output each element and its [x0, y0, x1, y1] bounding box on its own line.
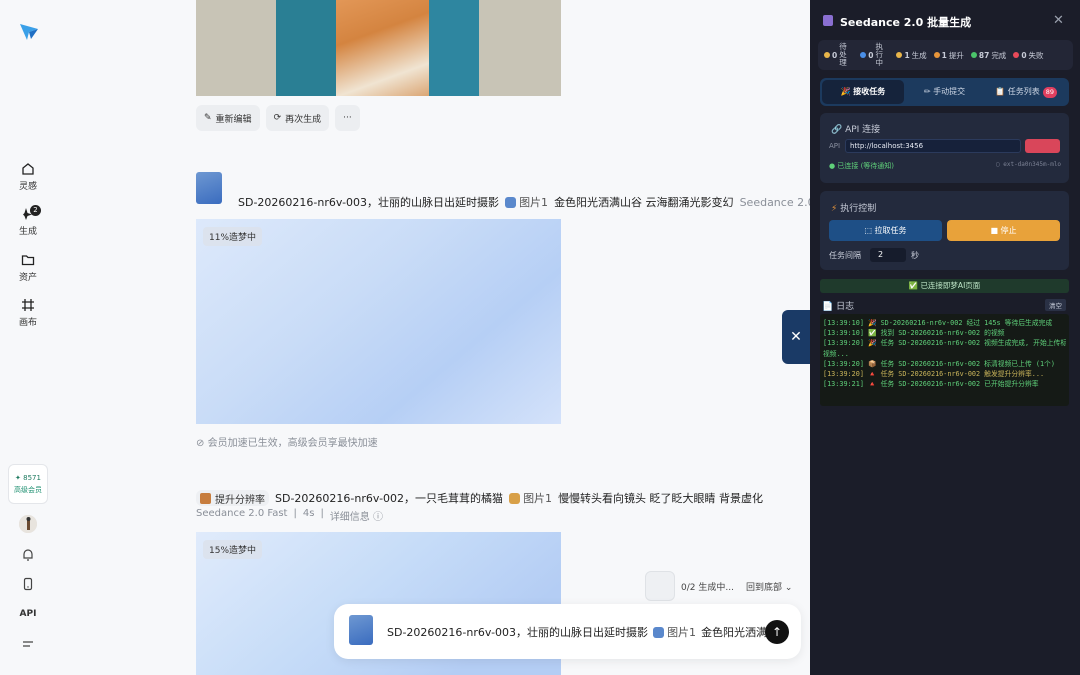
- stop-button[interactable]: ■ 停止: [947, 220, 1060, 241]
- stat-pending: 0 待处理: [824, 43, 853, 67]
- tab-receive-tasks[interactable]: 🎉 接收任务: [822, 80, 904, 104]
- generated-cat-image[interactable]: [196, 0, 561, 96]
- refresh-icon: ⟳: [273, 113, 282, 123]
- avatar[interactable]: [19, 515, 37, 533]
- panel-toggle-close-button[interactable]: ✕: [782, 310, 810, 364]
- edit-icon: ✎: [204, 113, 212, 123]
- task-description: 慢慢转头看向镜头 眨了眨大眼睛 背景虚化: [558, 492, 764, 505]
- log-line: [13:39:20] 📦 任务 SD-20260216-nr6v-002 标清视…: [823, 359, 1055, 368]
- nav-item-generate[interactable]: 2 生成: [0, 205, 56, 237]
- log-line: [13:39:10] 🎉 SD-20260216-nr6v-002 经过 145…: [823, 319, 1053, 327]
- loading-spinner-icon: [645, 571, 675, 601]
- nav-item-label: 画布: [18, 318, 37, 328]
- api-url-input[interactable]: http://localhost:3456: [845, 139, 1021, 153]
- stat-running: 0 执行中: [860, 43, 889, 67]
- generate-count-badge: 2: [30, 205, 41, 216]
- stat-failed: 0 失败: [1013, 50, 1044, 61]
- api-link[interactable]: API: [0, 609, 56, 619]
- send-button[interactable]: ↑: [765, 620, 789, 644]
- client-id: ▢ ext-da0n345m-mlo: [996, 161, 1062, 168]
- control-section-title: ⚡ 执行控制: [831, 204, 877, 214]
- interval-input[interactable]: 2: [870, 248, 906, 262]
- progress-text: 0/2 生成中...: [681, 582, 734, 593]
- nav-item-label: 资产: [18, 273, 37, 283]
- log-output: [13:39:10] 🎉 SD-20260216-nr6v-002 经过 145…: [820, 314, 1069, 406]
- stat-done: 87 完成: [970, 50, 1006, 61]
- task-title: SD-20260216-nr6v-002，一只毛茸茸的橘猫: [275, 492, 504, 505]
- stat-upscale: 1 提升: [933, 50, 964, 61]
- log-line: [13:39:10] ✅ 找到 SD-20260216-nr6v-002 的视频: [823, 329, 1005, 338]
- regenerate-button[interactable]: ⟳ 再次生成: [265, 105, 330, 131]
- page-connected-bar: ✅ 已连接即梦AI页面: [820, 279, 1069, 293]
- tab-manual-submit[interactable]: ✏ 手动提交: [904, 80, 986, 104]
- api-field-label: API: [829, 142, 841, 150]
- upscale-tag: 提升分辨率: [196, 490, 269, 506]
- task-meta: Seedance 2.0 Fast | 4s | 详细信息 ⓘ: [196, 508, 383, 523]
- prompt-text[interactable]: SD-20260216-nr6v-003，壮丽的山脉日出延时摄影 图片1 金色阳…: [387, 624, 767, 640]
- cat-thumb-icon: [200, 492, 211, 504]
- task-header: 提升分辨率 SD-20260216-nr6v-002，一只毛茸茸的橘猫 图片1 …: [196, 490, 763, 506]
- disconnect-button[interactable]: [1025, 139, 1060, 153]
- log-line: [13:39:20] 🔺 任务 SD-20260216-nr6v-002 触发提…: [823, 370, 1045, 379]
- task-stats: 0 待处理 0 执行中 1 生成 1 提升 87 完成 0 失败: [818, 40, 1073, 70]
- nav-item-inspiration[interactable]: 灵感: [0, 162, 56, 192]
- task-description: 金色阳光洒满山谷 云海翻涌光影变幻: [554, 196, 734, 209]
- task-thumbnail[interactable]: [196, 172, 222, 204]
- detail-link[interactable]: 详细信息 ⓘ: [330, 508, 383, 523]
- connection-status: ● 已连接 (等待通知): [829, 162, 895, 170]
- result-actions: ✎ 重新编辑 ⟳ 再次生成 ···: [196, 105, 360, 131]
- pull-tasks-button[interactable]: ⬚ 拉取任务: [829, 220, 942, 241]
- log-line: [13:39:21] 🔺 任务 SD-20260216-nr6v-002 已开始…: [823, 380, 1039, 389]
- reference-thumbnail[interactable]: [349, 615, 373, 645]
- panel-tabs: 🎉 接收任务 ✏ 手动提交 📋 任务列表 89: [820, 78, 1069, 106]
- image-chip[interactable]: 图片1: [509, 490, 552, 506]
- vip-membership-card[interactable]: ✦ 8571 高级会员: [8, 464, 48, 504]
- scroll-bottom-button[interactable]: 回到底部 ⌄: [746, 580, 792, 593]
- log-line: [13:39:20] 🎉 任务 SD-20260216-nr6v-002 视频生…: [823, 339, 1066, 348]
- log-line: 视频...: [823, 349, 849, 358]
- acceleration-note: ⊘ 会员加速已生效，高级会员享最快加速: [196, 438, 378, 449]
- bell-icon[interactable]: [21, 548, 35, 562]
- menu-icon[interactable]: [21, 637, 35, 651]
- clapperboard-icon: [823, 15, 833, 26]
- nav-item-label: 生成: [18, 227, 37, 237]
- app-logo-icon[interactable]: [18, 20, 40, 42]
- clear-log-button[interactable]: 清空: [1045, 299, 1066, 311]
- image-chip[interactable]: 图片1: [505, 194, 548, 210]
- task-header: SD-20260216-nr6v-003，壮丽的山脉日出延时摄影 图片1 金色阳…: [238, 194, 840, 210]
- home-icon: [22, 163, 34, 175]
- nav-item-canvas[interactable]: 画布: [0, 298, 56, 328]
- reedit-label: 重新编辑: [215, 114, 252, 125]
- phone-icon[interactable]: [21, 577, 35, 591]
- prompt-input-bar[interactable]: SD-20260216-nr6v-003，壮丽的山脉日出延时摄影 图片1 金色阳…: [334, 604, 801, 659]
- tab-task-list[interactable]: 📋 任务列表 89: [985, 80, 1067, 104]
- more-label: ···: [343, 113, 352, 123]
- progress-tag: 11%造梦中: [203, 227, 263, 246]
- stat-generate: 1 生成: [896, 50, 927, 61]
- check-circle-icon: ⊘: [196, 438, 205, 449]
- vip-points: ✦ 8571: [15, 474, 41, 482]
- regenerate-label: 再次生成: [285, 114, 322, 125]
- canvas-icon: [22, 299, 34, 311]
- nav-item-assets[interactable]: 资产: [0, 253, 56, 283]
- model-name: Seedance 2.0 Fast: [196, 508, 288, 519]
- task-title: SD-20260216-nr6v-003，壮丽的山脉日出延时摄影: [238, 196, 500, 209]
- progress-tag: 15%造梦中: [203, 540, 263, 559]
- interval-unit: 秒: [911, 251, 919, 260]
- left-sidebar: 灵感 2 生成 资产 画布 ✦ 8571 高级会员 API: [0, 0, 56, 675]
- api-section-title: 🔗 API 连接: [831, 125, 881, 135]
- interval-label: 任务间隔: [829, 251, 861, 260]
- duration: 4s: [302, 508, 315, 519]
- close-icon[interactable]: ✕: [1053, 13, 1064, 28]
- reedit-button[interactable]: ✎ 重新编辑: [196, 105, 260, 131]
- more-button[interactable]: ···: [335, 105, 360, 131]
- vip-label: 高级会员: [14, 486, 42, 494]
- generation-progress: 0/2 生成中... 回到底部 ⌄: [645, 571, 800, 601]
- video-generating-preview: 11%造梦中: [196, 219, 561, 424]
- nav-item-label: 灵感: [18, 182, 37, 192]
- log-section-title: 📄 日志: [822, 302, 855, 312]
- folder-icon: [21, 255, 35, 266]
- panel-title: Seedance 2.0 批量生成: [840, 16, 972, 29]
